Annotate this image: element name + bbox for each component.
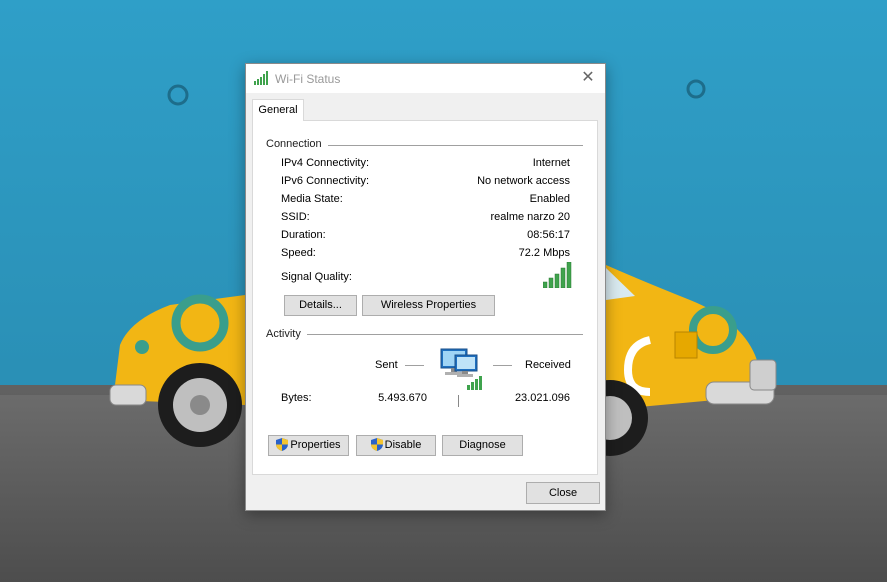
diagnose-button[interactable]: Diagnose	[442, 435, 523, 456]
media-state-value: Enabled	[529, 193, 570, 205]
ssid-label: SSID:	[281, 211, 310, 223]
activity-separator	[458, 395, 459, 407]
ipv6-label: IPv6 Connectivity:	[281, 175, 370, 187]
signal-quality-label: Signal Quality:	[281, 271, 352, 283]
speed-value: 72.2 Mbps	[518, 247, 570, 259]
close-window-button[interactable]: ✕	[577, 67, 599, 89]
diagnose-button-label: Diagnose	[459, 439, 506, 451]
signal-strength-icon	[543, 262, 572, 288]
disable-button-label: Disable	[384, 439, 422, 451]
wifi-signal-icon	[254, 71, 268, 85]
ipv6-value: No network access	[477, 175, 570, 187]
received-label: Received	[525, 359, 571, 371]
duration-value: 08:56:17	[527, 229, 570, 241]
received-line	[493, 365, 512, 366]
details-button-label: Details...	[299, 299, 342, 311]
ipv4-label: IPv4 Connectivity:	[281, 157, 370, 169]
sent-label: Sent	[375, 359, 398, 371]
uac-shield-icon	[276, 437, 289, 451]
tab-general[interactable]: General	[252, 99, 304, 121]
bytes-sent-value: 5.493.670	[378, 392, 427, 404]
bytes-received-value: 23.021.096	[514, 392, 570, 404]
ipv4-value: Internet	[532, 157, 570, 169]
properties-button[interactable]: Properties	[268, 435, 349, 456]
duration-label: Duration:	[281, 229, 326, 241]
close-icon: ✕	[581, 69, 595, 86]
wireless-properties-label: Wireless Properties	[380, 299, 477, 311]
bytes-label: Bytes:	[281, 392, 312, 404]
general-tab-panel: Connection IPv4 Connectivity: Internet I…	[252, 120, 598, 475]
connection-heading: Connection	[266, 138, 328, 150]
sent-line	[405, 365, 424, 366]
wifi-status-dialog: Wi-Fi Status ✕ General Connection IPv4 C…	[245, 63, 606, 511]
ssid-value: realme narzo 20	[490, 211, 571, 223]
close-button[interactable]: Close	[526, 482, 600, 504]
media-state-label: Media State:	[281, 193, 343, 205]
activity-divider	[267, 334, 583, 335]
disable-button[interactable]: Disable	[356, 435, 436, 456]
details-button[interactable]: Details...	[284, 295, 357, 316]
properties-button-label: Properties	[290, 439, 341, 451]
close-button-label: Close	[548, 487, 578, 499]
activity-heading: Activity	[266, 328, 307, 340]
window-title: Wi-Fi Status	[275, 72, 341, 86]
title-bar[interactable]: Wi-Fi Status ✕	[246, 64, 605, 93]
uac-shield-icon	[370, 437, 383, 451]
speed-label: Speed:	[281, 247, 316, 259]
network-computers-icon	[440, 348, 482, 390]
wireless-properties-button[interactable]: Wireless Properties	[362, 295, 495, 316]
tab-label: General	[258, 104, 298, 116]
